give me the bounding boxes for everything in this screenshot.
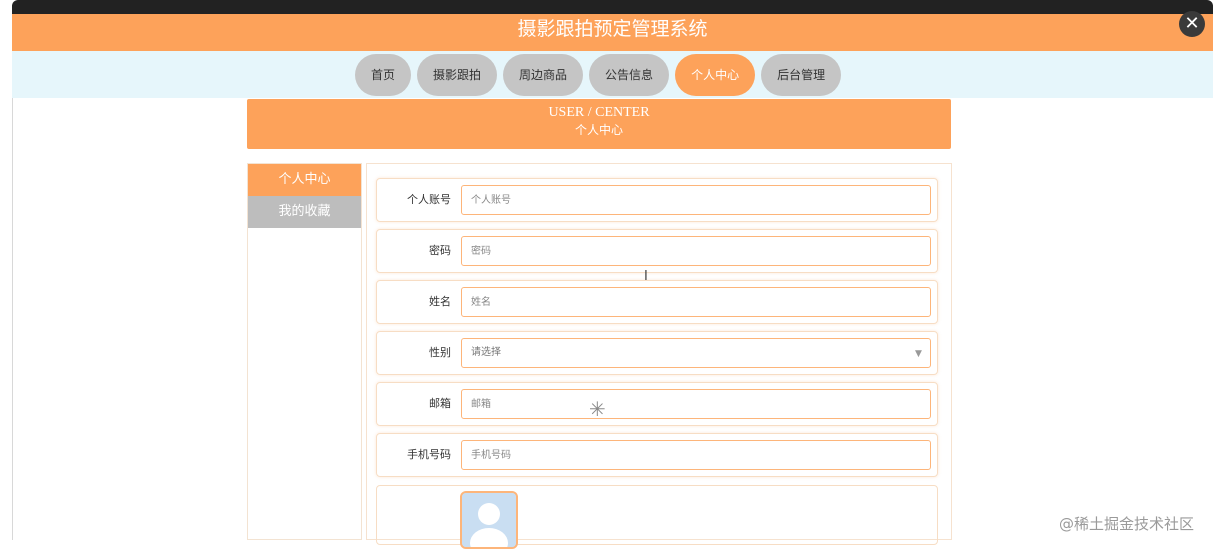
banner-title-zh: 个人中心 — [574, 123, 623, 137]
nav-admin[interactable]: 后台管理 — [761, 54, 842, 96]
nav-user-center[interactable]: 个人中心 — [675, 54, 756, 96]
name-input[interactable] — [461, 287, 931, 317]
loading-spinner-icon: ✳ — [589, 397, 606, 421]
nav-merchandise[interactable]: 周边商品 — [503, 54, 584, 96]
nav-photography[interactable]: 摄影跟拍 — [417, 54, 498, 96]
watermark: @稀土掘金技术社区 — [1059, 515, 1195, 533]
text-cursor-icon: I — [644, 269, 648, 284]
form-row-account: 个人账号 — [376, 178, 938, 222]
site-title: 摄影跟拍预定管理系统 — [517, 18, 708, 40]
form-row-avatar — [376, 485, 938, 549]
form-row-name: 姓名 — [376, 280, 938, 324]
nav-announcements[interactable]: 公告信息 — [589, 54, 670, 96]
window-top-bar — [12, 0, 1213, 14]
phone-label: 手机号码 — [407, 448, 451, 461]
gender-select-value: 请选择 — [471, 347, 501, 358]
phone-input[interactable] — [461, 440, 931, 470]
gender-label: 性别 — [429, 346, 451, 359]
password-label: 密码 — [429, 244, 451, 257]
site-header: 摄影跟拍预定管理系统 — [12, 14, 1213, 51]
page-banner: USER / CENTER 个人中心 — [247, 99, 951, 149]
close-icon[interactable]: ✕ — [1179, 11, 1205, 37]
main-nav: 首页 摄影跟拍 周边商品 公告信息 个人中心 后台管理 — [12, 51, 1213, 98]
form-row-gender: 性别 请选择 ▼ — [376, 331, 938, 375]
profile-form: 个人账号 密码 姓名 性别 请选择 ▼ 邮箱 手机号码 — [366, 163, 952, 549]
avatar-placeholder-icon[interactable] — [460, 491, 518, 549]
form-row-email: 邮箱 — [376, 382, 938, 426]
email-input[interactable] — [461, 389, 931, 419]
nav-home[interactable]: 首页 — [355, 54, 412, 96]
sidebar: 个人中心 我的收藏 — [247, 163, 362, 540]
banner-title-en: USER / CENTER — [548, 105, 650, 120]
sidebar-item-favorites[interactable]: 我的收藏 — [248, 196, 361, 228]
name-label: 姓名 — [429, 295, 451, 308]
gender-select[interactable]: 请选择 — [461, 338, 931, 368]
sidebar-item-user-center[interactable]: 个人中心 — [248, 164, 361, 196]
account-input[interactable] — [461, 185, 931, 215]
form-row-password: 密码 — [376, 229, 938, 273]
password-input[interactable] — [461, 236, 931, 266]
chevron-down-icon[interactable]: ▼ — [915, 349, 922, 359]
form-row-phone: 手机号码 — [376, 433, 938, 477]
account-label: 个人账号 — [407, 193, 451, 206]
email-label: 邮箱 — [429, 397, 451, 410]
